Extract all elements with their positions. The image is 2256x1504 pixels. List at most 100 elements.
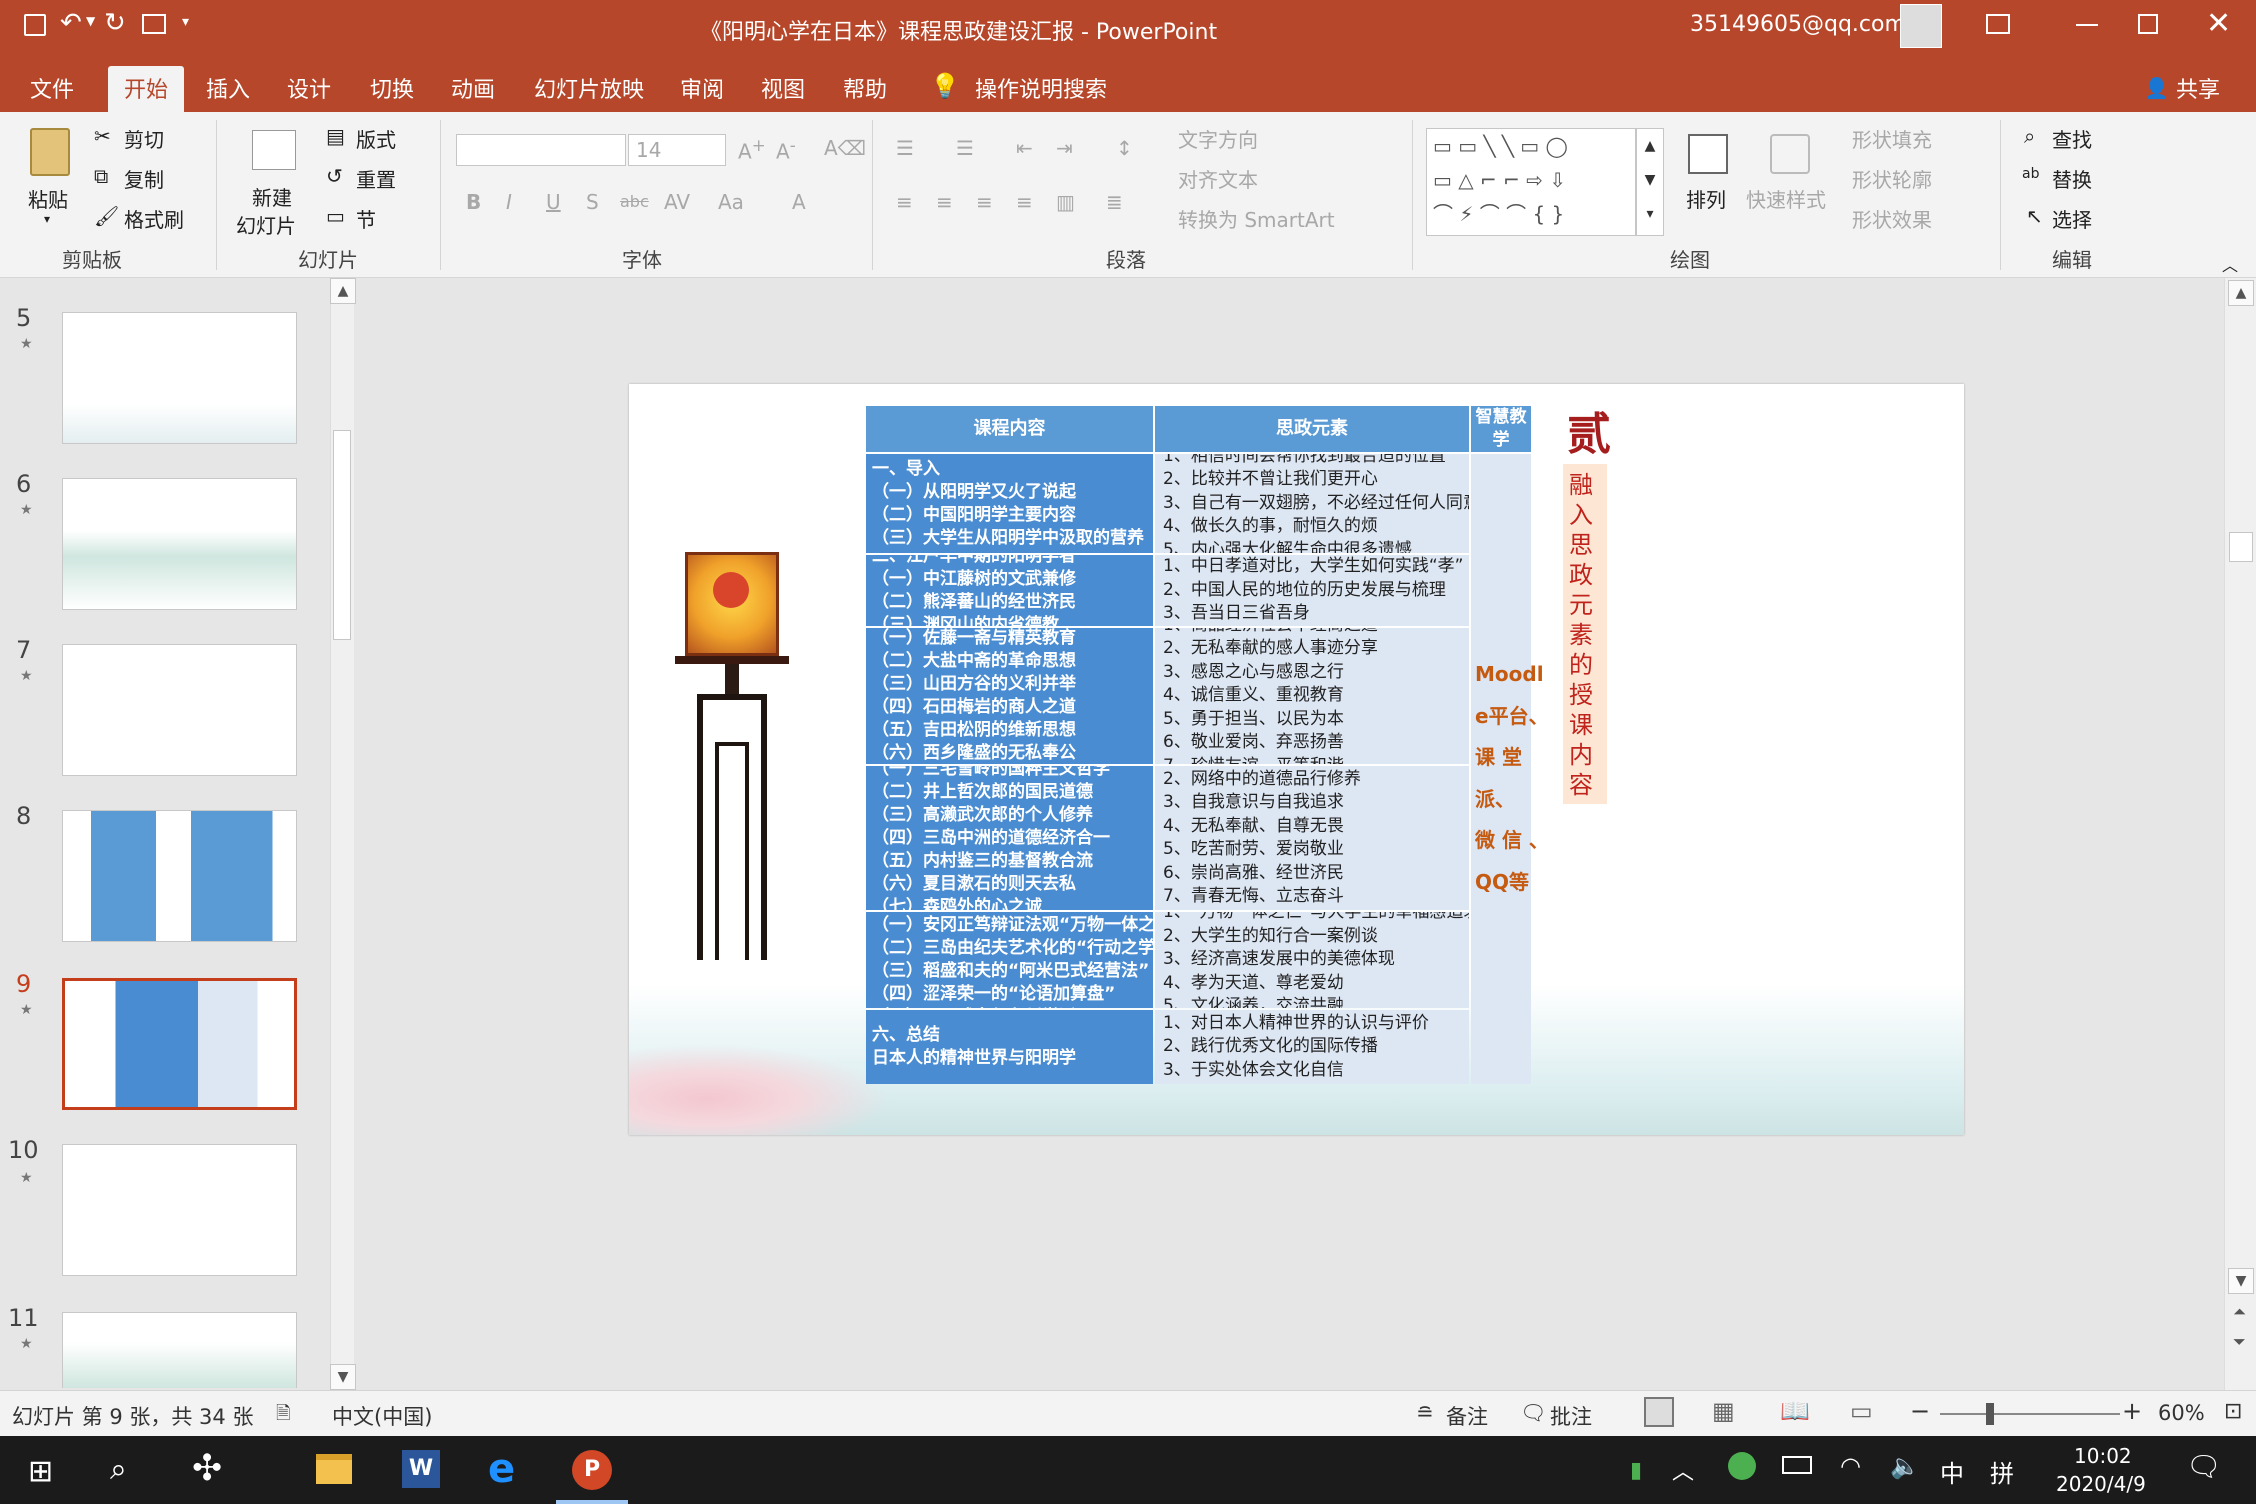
increase-indent-icon[interactable]: ⇥ [1056,136,1073,160]
windows-start-icon[interactable]: ⊞ [28,1454,53,1489]
clock-time[interactable]: 10:02 [2074,1444,2132,1468]
tab-transitions[interactable]: 切换 [370,72,414,104]
change-case-button[interactable]: Aa [718,190,744,214]
format-painter-icon[interactable]: 🖌 [94,204,119,228]
font-name-combobox[interactable] [456,134,626,166]
layout-icon[interactable]: ▤ [326,124,345,148]
quick-styles-icon[interactable] [1770,134,1810,174]
numbering-icon[interactable]: ☰ [956,136,974,160]
new-slide-icon[interactable] [252,130,296,170]
align-right-icon[interactable]: ≡ [976,190,993,214]
ime-mode[interactable]: 中 [1940,1454,1964,1489]
section-button[interactable]: 节 [356,204,376,233]
minimize-icon[interactable] [2076,24,2098,26]
strikethrough-button[interactable]: abc [620,192,649,211]
normal-view-button[interactable] [1644,1397,1674,1427]
tab-animations[interactable]: 动画 [451,72,495,104]
language-indicator[interactable]: 中文(中国) [332,1401,432,1431]
slide-thumbnail-8[interactable] [62,810,297,942]
notes-button[interactable]: 备注 [1446,1401,1488,1431]
section-icon[interactable]: ▭ [326,204,345,228]
slide-thumbnail-10[interactable] [62,1144,297,1276]
shrink-font-icon[interactable]: A- [776,136,796,164]
tab-insert[interactable]: 插入 [206,72,250,104]
customize-qat-icon[interactable]: ▾ [182,14,189,30]
ribbon-display-icon[interactable] [1986,14,2010,34]
tell-me-search[interactable]: 操作说明搜索 [975,72,1107,104]
zoom-slider-thumb[interactable] [1986,1403,1994,1425]
shape-outline-button[interactable]: 形状轮廓 [1852,164,1932,193]
reset-icon[interactable]: ↺ [326,164,343,188]
undo-dropdown-icon[interactable]: ▼ [86,14,95,28]
slide-thumbnail-9-selected[interactable] [62,978,297,1110]
font-color-button[interactable]: A [792,190,806,214]
decrease-indent-icon[interactable]: ⇤ [1016,136,1033,160]
slide-thumbnail-7[interactable] [62,644,297,776]
columns-icon[interactable]: ▥ [1056,190,1075,214]
volume-icon[interactable]: 🔈 [1890,1452,1920,1480]
layout-button[interactable]: 版式 [356,124,396,153]
tab-design[interactable]: 设计 [287,72,331,104]
powerpoint-icon[interactable]: P [572,1450,612,1490]
scroll-down-button[interactable]: ▼ [330,1364,356,1390]
tray-app-icon[interactable] [1728,1452,1756,1480]
italic-button[interactable]: I [506,190,512,214]
shadow-button[interactable]: S [586,190,599,214]
paste-icon[interactable] [30,128,70,176]
smartart-button[interactable]: 转换为 SmartArt [1178,204,1335,233]
select-icon[interactable]: ↖ [2026,204,2043,228]
edge-icon[interactable]: e [488,1446,515,1492]
tab-file[interactable]: 文件 [30,72,74,104]
thumbnail-scrollbar[interactable]: ▲ ▼ [330,278,356,1390]
slide-canvas[interactable]: 课程内容 思政元素 智慧教 学 一、导入 （一）从阳明学又火了说起 （二）中国阳明学… [629,384,1964,1135]
reset-button[interactable]: 重置 [356,164,396,193]
file-explorer-icon[interactable] [316,1454,352,1484]
new-slide-label2[interactable]: 幻灯片 [236,210,296,239]
cut-button[interactable]: 剪切 [124,124,164,153]
reading-view-button[interactable]: 📖 [1780,1397,1810,1425]
account-email[interactable]: 35149605@qq.com [1690,12,1906,37]
char-spacing-button[interactable]: AV [664,190,690,214]
line-spacing-icon[interactable]: ↕ [1116,136,1133,160]
undo-icon[interactable]: ↶ [60,8,82,38]
redo-icon[interactable]: ↻ [104,8,126,38]
underline-button[interactable]: U [546,190,561,214]
show-hidden-icons[interactable]: ︿ [1672,1454,1694,1486]
fit-slide-button[interactable]: ⊡ [2224,1399,2242,1424]
bullets-icon[interactable]: ☰ [896,136,914,160]
quick-styles-button[interactable]: 快速样式 [1746,184,1826,213]
find-button[interactable]: 查找 [2052,124,2092,153]
find-icon[interactable]: ⌕ [2024,124,2035,148]
grow-font-icon[interactable]: A+ [738,136,766,164]
zoom-out-button[interactable]: − [1910,1397,1930,1425]
replace-button[interactable]: 替换 [2052,164,2092,193]
slide-sorter-button[interactable]: ▦ [1712,1397,1735,1425]
copy-icon[interactable]: ⧉ [94,164,108,188]
save-icon[interactable] [24,14,46,36]
tab-slideshow[interactable]: 幻灯片放映 [534,72,644,104]
search-icon[interactable]: ⌕ [110,1452,127,1487]
prev-slide-icon[interactable]: ⏶ [2233,1302,2246,1322]
scroll-thumb[interactable] [2229,532,2253,562]
copy-button[interactable]: 复制 [124,164,164,193]
arrange-icon[interactable] [1688,134,1728,174]
present-icon[interactable] [142,14,166,34]
ime-pinyin[interactable]: 拼 [1990,1454,2014,1489]
zoom-slider[interactable] [1940,1403,2120,1425]
wifi-icon[interactable]: ◠ [1840,1452,1861,1480]
distribute-icon[interactable]: ≣ [1106,190,1123,214]
shape-effects-button[interactable]: 形状效果 [1852,204,1932,233]
comments-button[interactable]: 批注 [1550,1401,1592,1431]
shapes-gallery[interactable]: ▭ ▭ ╲ ╲ ▭ ◯ ▭ △ ⌐ ⌐ ⇨ ⇩ ⌒ ⚡ ⌒ ⌒ { } [1426,128,1636,236]
slideshow-button[interactable]: ▭ [1850,1397,1873,1425]
align-text-button[interactable]: 对齐文本 [1178,164,1258,193]
cut-icon[interactable]: ✂ [94,124,111,148]
scroll-up-button[interactable]: ▲ [2228,280,2254,306]
battery-icon[interactable] [1782,1456,1812,1474]
tab-review[interactable]: 审阅 [680,72,724,104]
text-direction-button[interactable]: 文字方向 [1178,124,1258,153]
close-icon[interactable]: ✕ [2206,6,2231,41]
editor-scrollbar[interactable]: ▲ ▼ ⏶ ⏷ [2224,278,2256,1390]
share-button[interactable]: 共享 [2176,72,2220,104]
clock-date[interactable]: 2020/4/9 [2056,1472,2146,1496]
